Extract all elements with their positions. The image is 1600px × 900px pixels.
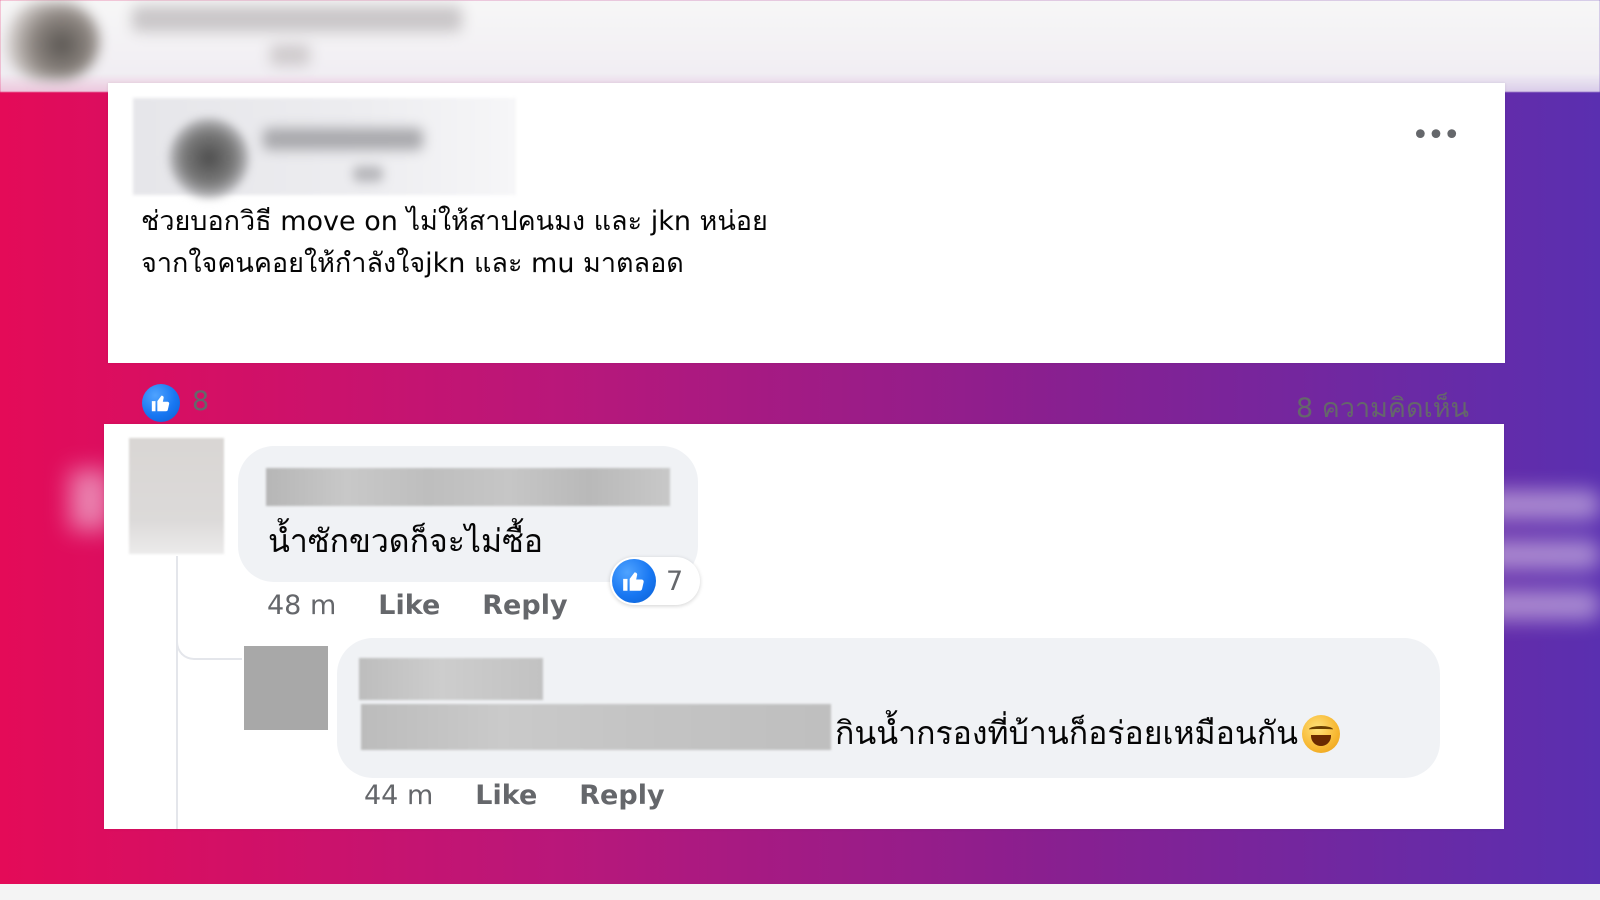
post-text-line: จากใจคนคอยให้กำลังใจjkn และ mu มาตลอด — [141, 248, 684, 279]
post-reaction-count[interactable]: 8 — [192, 386, 209, 417]
grinning-squinting-face-icon — [1301, 714, 1340, 753]
like-button[interactable]: Like — [378, 590, 440, 621]
post-avatar[interactable] — [169, 118, 249, 198]
thread-connector — [176, 594, 242, 660]
thumbs-up-icon — [612, 559, 656, 603]
redacted-text-blurred — [361, 704, 831, 750]
post-text: ช่วยบอกวิธี move on ไม่ให้สาปคนมง และ jk… — [141, 201, 1041, 285]
comment-actions: 48 m Like Reply — [267, 590, 568, 621]
reply-button[interactable]: Reply — [482, 590, 567, 621]
reply-bubble: กินน้ำกรองที่บ้านก็อร่อยเหมือนกัน — [337, 638, 1440, 778]
post-author-header-blurred — [133, 98, 516, 198]
post-timestamp-blurred[interactable] — [353, 166, 383, 182]
bottom-strip — [0, 884, 1600, 900]
post-text-line: ช่วยบอกวิธี move on ไม่ให้สาปคนมง และ jk… — [141, 206, 768, 237]
reply-timestamp[interactable]: 44 m — [364, 780, 433, 811]
reply-actions: 44 m Like Reply — [364, 780, 665, 811]
reply-text-content: กินน้ำกรองที่บ้านก็อร่อยเหมือนกัน — [835, 714, 1298, 752]
reaction-badge[interactable]: 7 — [610, 557, 700, 605]
like-button[interactable]: Like — [475, 780, 537, 811]
blurred-name — [132, 6, 462, 32]
comment-timestamp[interactable]: 48 m — [267, 590, 336, 621]
background-post-header — [0, 0, 1600, 92]
commenter-name-blurred[interactable] — [266, 468, 670, 506]
post-card: ••• ช่วยบอกวิธี move on ไม่ให้สาปคนมง แล… — [108, 83, 1505, 424]
more-options-icon[interactable]: ••• — [1411, 121, 1460, 151]
comments-card: น้ำซักขวดก็จะไม่ซื้อ 7 48 m Like Reply ก… — [104, 424, 1504, 829]
blurred-avatar — [4, 2, 100, 80]
reply-text: กินน้ำกรองที่บ้านก็อร่อยเหมือนกัน — [835, 708, 1340, 759]
reply-button[interactable]: Reply — [579, 780, 664, 811]
blurred-meta — [270, 44, 310, 66]
avatar[interactable] — [129, 438, 224, 554]
comment-text: น้ำซักขวดก็จะไม่ซื้อ — [268, 522, 543, 560]
thumbs-up-icon[interactable] — [142, 384, 180, 422]
commenter-name-blurred[interactable] — [359, 658, 543, 700]
post-author-name-blurred[interactable] — [263, 128, 423, 150]
avatar[interactable] — [244, 646, 328, 730]
post-comment-count[interactable]: 8 ความคิดเห็น — [1296, 386, 1469, 429]
reaction-count: 7 — [666, 566, 684, 597]
